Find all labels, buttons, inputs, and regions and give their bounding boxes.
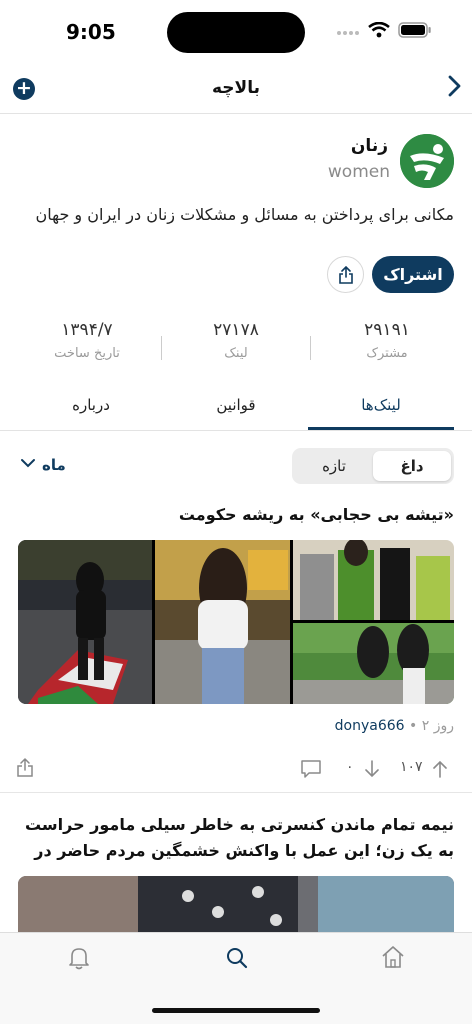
stat-label: تاریخ ساخت: [54, 346, 120, 361]
dynamic-island: [167, 12, 305, 53]
upvote-icon[interactable]: [432, 759, 448, 779]
stat-label: مشترک: [366, 346, 408, 361]
chevron-right-icon: [448, 75, 461, 97]
status-time: 9:05: [66, 20, 116, 44]
active-tab-indicator: [308, 427, 454, 430]
stat-divider: [310, 336, 311, 360]
signal-icon: [337, 31, 359, 35]
post-thumbnail[interactable]: [18, 540, 454, 704]
share-icon: [338, 265, 353, 284]
nav-title: بالاچه: [212, 78, 260, 98]
stat-value: ۲۹۱۹۱: [364, 320, 410, 340]
nav-bar: + بالاچه: [0, 70, 472, 114]
downvote-icon[interactable]: [364, 759, 380, 779]
period-selector[interactable]: ماه: [42, 456, 66, 474]
sort-segmented-control: داغ تازه: [292, 448, 454, 484]
community-description: مکانی برای پرداختن به مسائل و مشکلات زنا…: [35, 205, 454, 224]
post-author[interactable]: donya666: [335, 718, 405, 734]
stat-value: ۱۳۹۴/۷: [61, 320, 113, 340]
comment-icon[interactable]: [300, 759, 322, 779]
stat-value: ۲۷۱۷۸: [213, 320, 259, 340]
post-title[interactable]: «تیشه بی حجابی» به ریشه حکومت: [14, 502, 454, 528]
home-indicator: [152, 1008, 320, 1013]
share-button[interactable]: [327, 256, 364, 293]
community-name-en: women: [327, 162, 390, 182]
stat-created: ۱۳۹۴/۷ تاریخ ساخت: [22, 320, 152, 361]
post-meta: donya666 • ۲ روز: [335, 718, 454, 734]
tab-about[interactable]: درباره: [18, 396, 164, 414]
wifi-icon: [368, 22, 390, 38]
tab-rules[interactable]: قوانین: [163, 396, 309, 414]
tab-links[interactable]: لینک‌ها: [308, 396, 454, 414]
post-age: • ۲ روز: [409, 718, 454, 734]
chevron-down-icon[interactable]: [20, 454, 36, 474]
post-separator: [0, 792, 472, 793]
community-logo: [400, 134, 454, 188]
stat-links: ۲۷۱۷۸ لینک: [171, 320, 301, 361]
sort-new[interactable]: تازه: [295, 451, 373, 481]
stat-subscribers: ۲۹۱۹۱ مشترک: [322, 320, 452, 361]
stat-label: لینک: [224, 346, 248, 361]
home-icon[interactable]: [380, 944, 406, 970]
stat-divider: [161, 336, 162, 360]
post-thumbnail[interactable]: [18, 876, 454, 936]
status-icons: [336, 22, 432, 38]
women-logo-icon: [400, 134, 454, 188]
community-name: زنان: [350, 136, 388, 156]
back-button[interactable]: [448, 74, 462, 104]
community-tabs: لینک‌ها قوانین درباره: [0, 390, 472, 431]
upvote-count: ۱۰۷: [400, 759, 423, 775]
bell-icon[interactable]: [67, 945, 91, 971]
comment-count: ۰: [346, 759, 354, 775]
sort-hot[interactable]: داغ: [373, 451, 451, 481]
search-icon[interactable]: [225, 945, 249, 971]
join-button[interactable]: اشتراک: [372, 256, 454, 293]
share-icon[interactable]: [16, 758, 34, 778]
post-actions: ۰ ۱۰۷: [0, 758, 472, 780]
battery-icon: [398, 22, 431, 38]
